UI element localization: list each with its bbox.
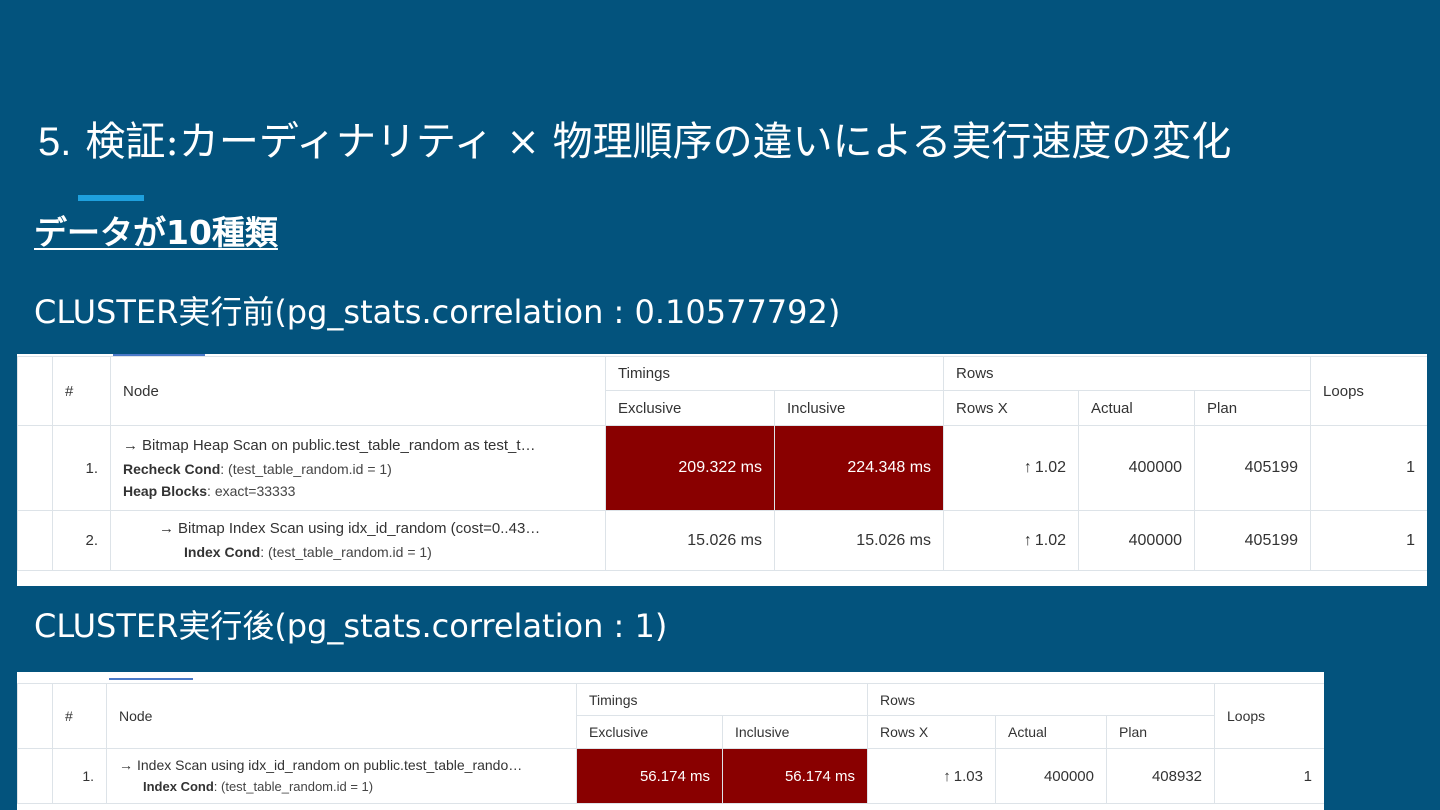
plan-rows: 405199 [1194,510,1312,571]
table-row[interactable]: 1. → Bitmap Heap Scan on public.test_tabl… [17,425,1427,511]
gutter-header [17,356,53,426]
node-header[interactable]: Node [110,356,606,426]
before-plan-table: # Node Timings Rows Loops Exclusive Incl… [17,356,1427,571]
plan-header[interactable]: Plan [1194,390,1312,426]
node-cell[interactable]: → Bitmap Index Scan using idx_id_random (… [110,510,606,571]
node-cell[interactable]: → Index Scan using idx_id_random on publi… [106,748,577,804]
table-row[interactable]: 2. → Bitmap Index Scan using idx_id_rando… [17,510,1427,571]
rows-header: Rows [943,356,1312,391]
inclusive-header[interactable]: Inclusive [722,715,868,749]
right-arrow-icon: → [159,520,174,538]
right-arrow-icon: → [123,436,138,454]
node-title: Bitmap Index Scan using idx_id_random (c… [178,520,541,538]
detail-key: Index Cond [143,778,214,794]
detail-value: : (test_table_random.id = 1) [213,778,374,794]
row-number: 1. [52,425,111,511]
table-row[interactable]: 1. → Index Scan using idx_id_random on pu… [17,748,1324,804]
row-number: 2. [52,510,111,571]
detail-value: : exact=33333 [207,483,296,499]
row-gutter [17,510,53,571]
gutter-header [17,683,53,749]
slide-title: 5. 検証:カーディナリティ × 物理順序の違いによる実行速度の変化 [38,112,1231,172]
row-gutter [17,748,53,804]
rows-x-number: 1.03 [953,767,983,785]
plan-rows: 408932 [1105,748,1216,804]
rows-x-value: ↑ 1.02 [943,510,1080,571]
actual-rows: 400000 [1078,510,1196,571]
before-cluster-label: CLUSTER実行前(pg_stats.correlation : 0.1057… [34,293,841,331]
up-arrow-icon: ↑ [943,767,951,785]
rows-x-header[interactable]: Rows X [943,390,1080,426]
exclusive-time: 56.174 ms [576,748,723,804]
detail-key: Index Cond [184,544,261,561]
rows-x-value: ↑ 1.02 [943,425,1080,511]
up-arrow-icon: ↑ [1023,459,1032,476]
slide-number: 5. [38,120,72,164]
node-cell[interactable]: → Bitmap Heap Scan on public.test_table_r… [110,425,606,511]
node-title: Bitmap Heap Scan on public.test_table_ra… [142,436,536,454]
exclusive-time: 209.322 ms [605,425,775,511]
node-title: Index Scan using idx_id_random on public… [137,757,523,774]
loops-header[interactable]: Loops [1214,683,1324,749]
slide-subtitle: データが10種類 [34,213,278,252]
actual-header[interactable]: Actual [1078,390,1196,426]
rows-x-header[interactable]: Rows X [867,715,996,749]
after-plan-panel: # Node Timings Rows Loops Exclusive Incl… [17,672,1324,810]
inclusive-time: 224.348 ms [773,425,945,511]
after-plan-table: # Node Timings Rows Loops Exclusive Incl… [17,683,1324,804]
plan-header[interactable]: Plan [1105,715,1216,749]
before-plan-panel: # Node Timings Rows Loops Exclusive Incl… [17,354,1427,586]
exclusive-header[interactable]: Exclusive [605,390,775,426]
rows-x-number: 1.02 [1034,459,1067,476]
actual-header[interactable]: Actual [995,715,1107,749]
loops-header[interactable]: Loops [1310,356,1427,426]
detail-key: Recheck Cond [123,460,221,477]
detail-value: : (test_table_random.id = 1) [260,544,432,561]
inclusive-header[interactable]: Inclusive [773,390,945,426]
node-header[interactable]: Node [106,683,577,749]
rows-x-number: 1.02 [1034,531,1067,549]
after-cluster-label: CLUSTER実行後(pg_stats.correlation : 1) [34,607,668,645]
tab-indicator [109,678,193,680]
exclusive-header[interactable]: Exclusive [576,715,723,749]
timings-header: Timings [604,356,945,391]
loops-value: 1 [1310,510,1427,571]
detail-key: Heap Blocks [123,483,208,499]
actual-rows: 400000 [1078,425,1196,511]
timings-header: Timings [576,683,868,716]
rows-x-value: ↑ 1.03 [867,748,996,804]
slide-title-text: 検証:カーディナリティ × 物理順序の違いによる実行速度の変化 [85,119,1232,165]
up-arrow-icon: ↑ [1023,531,1032,549]
inclusive-time: 15.026 ms [773,510,945,571]
detail-value: : (test_table_random.id = 1) [220,460,392,477]
exclusive-time: 15.026 ms [605,510,775,571]
loops-value: 1 [1310,425,1427,511]
right-arrow-icon: → [119,757,133,774]
inclusive-time: 56.174 ms [722,748,868,804]
loops-value: 1 [1214,748,1324,804]
accent-bar [78,195,144,201]
hash-header: # [52,356,111,426]
row-gutter [17,425,53,511]
plan-rows: 405199 [1194,425,1312,511]
hash-header: # [52,683,107,749]
row-number: 1. [52,748,107,804]
rows-header: Rows [866,683,1216,716]
actual-rows: 400000 [995,748,1107,804]
